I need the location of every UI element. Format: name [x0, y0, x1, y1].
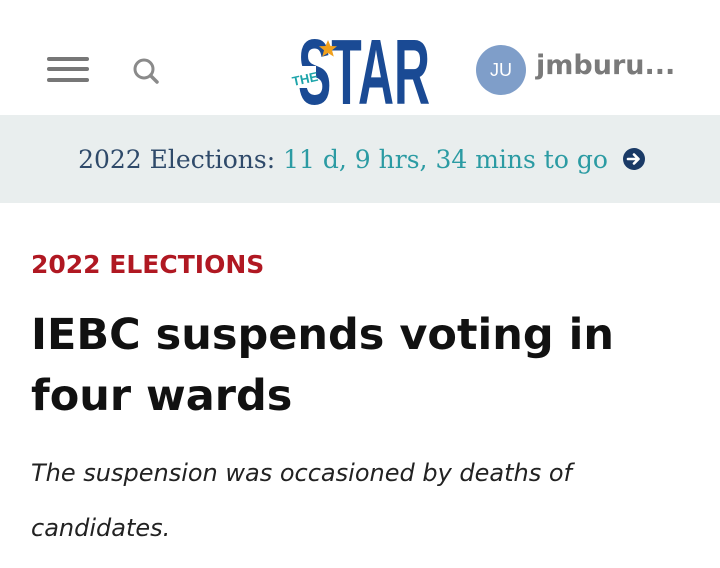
election-countdown-bar: 2022 Elections: 11 d, 9 hrs, 34 mins to … [0, 115, 720, 203]
article-summary: The suspension was occasioned by deaths … [31, 459, 572, 542]
article-category[interactable]: 2022 ELECTIONS [31, 250, 264, 279]
article-title: IEBC suspends voting in four wards [31, 310, 614, 421]
the-star-logo[interactable]: STAR THE [290, 20, 435, 124]
countdown-value: 11 d, 9 hrs, 34 mins to go [283, 144, 608, 174]
arrow-right-circle-icon[interactable] [622, 147, 646, 171]
username-label[interactable]: jmburu... [536, 50, 675, 81]
hamburger-menu-icon[interactable] [47, 55, 89, 83]
election-countdown-link[interactable]: 2022 Elections: 11 d, 9 hrs, 34 mins to … [78, 145, 646, 174]
logo-star-text: STAR [298, 24, 430, 110]
search-icon[interactable] [131, 57, 161, 85]
site-header: STAR THE JU jmburu... [0, 0, 720, 124]
countdown-label: 2022 Elections: [78, 144, 276, 174]
user-avatar[interactable]: JU [476, 45, 526, 95]
avatar-initials: JU [490, 59, 512, 80]
